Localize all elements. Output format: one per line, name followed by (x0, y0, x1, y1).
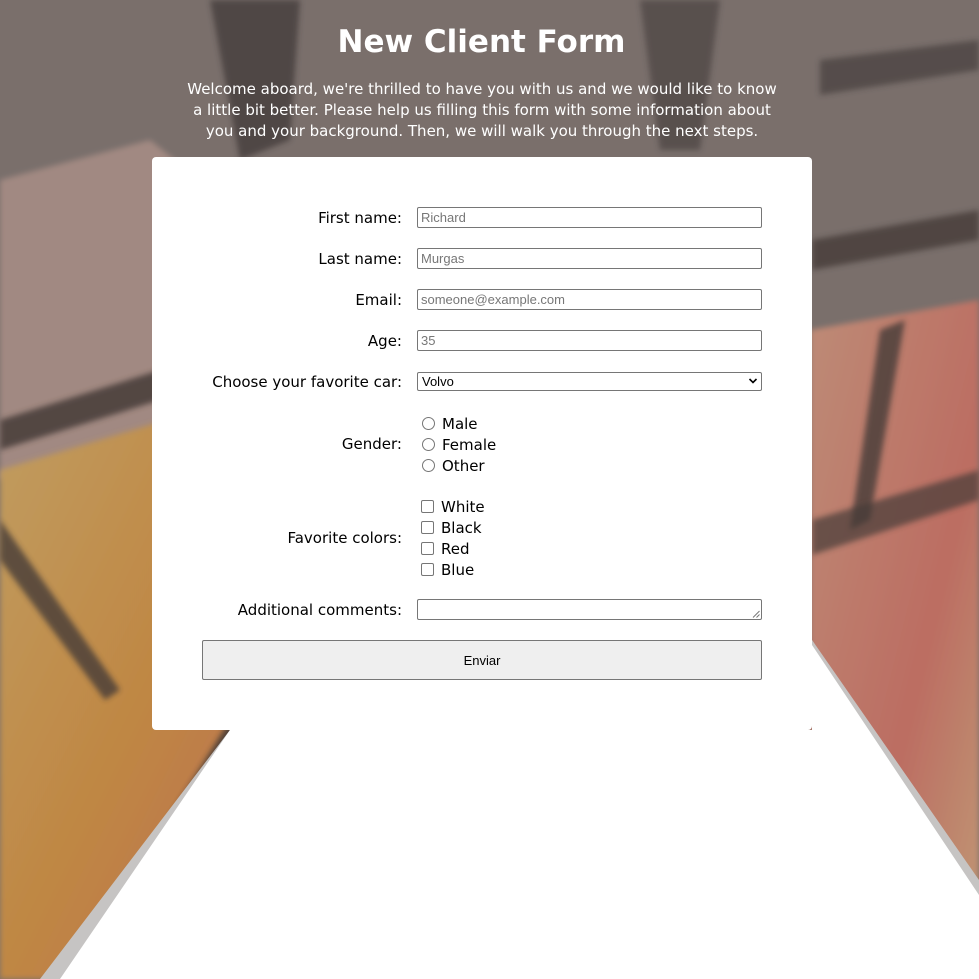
age-label: Age: (367, 332, 402, 350)
radio-button[interactable] (422, 459, 435, 472)
last-name-label: Last name: (318, 250, 402, 268)
gender-option-label: Female (442, 435, 497, 454)
color-option-black[interactable]: Black (421, 517, 482, 538)
checkbox[interactable] (421, 521, 434, 534)
color-option-blue[interactable]: Blue (421, 559, 474, 580)
color-option-red[interactable]: Red (421, 538, 470, 559)
color-option-white[interactable]: White (421, 496, 485, 517)
submit-button[interactable]: Enviar (202, 640, 762, 680)
radio-button[interactable] (422, 438, 435, 451)
last-name-input[interactable] (417, 248, 762, 269)
checkbox[interactable] (421, 500, 434, 513)
email-input[interactable] (417, 289, 762, 310)
intro-text: Welcome aboard, we're thrilled to have y… (187, 80, 777, 140)
colors-label: Favorite colors: (287, 529, 402, 547)
color-option-label: White (441, 497, 485, 516)
page-title: New Client Form (337, 24, 626, 60)
resize-grip-icon[interactable] (752, 610, 760, 618)
first-name-input[interactable] (417, 207, 762, 228)
checkbox[interactable] (421, 542, 434, 555)
gender-label: Gender: (341, 435, 402, 453)
car-select[interactable]: Volvo (417, 372, 762, 391)
chevron-down-icon (748, 378, 758, 384)
client-form: First name: Last name: Email: Age: Choos… (152, 157, 812, 730)
age-input[interactable] (417, 330, 762, 351)
comments-label: Additional comments: (237, 601, 402, 619)
first-name-label: First name: (318, 209, 402, 227)
car-label: Choose your favorite car: (212, 373, 402, 391)
color-option-label: Red (441, 539, 470, 558)
color-option-label: Blue (441, 560, 475, 579)
radio-button[interactable] (422, 417, 435, 430)
gender-option-female[interactable]: Female (422, 434, 496, 455)
email-label: Email: (355, 291, 402, 309)
car-select-value: Volvo (422, 374, 454, 389)
gender-option-label: Male (442, 414, 478, 433)
checkbox[interactable] (421, 563, 434, 576)
gender-option-other[interactable]: Other (422, 455, 485, 476)
comments-textarea[interactable] (417, 599, 762, 620)
gender-option-male[interactable]: Male (422, 413, 478, 434)
gender-option-label: Other (442, 456, 485, 475)
color-option-label: Black (441, 518, 482, 537)
